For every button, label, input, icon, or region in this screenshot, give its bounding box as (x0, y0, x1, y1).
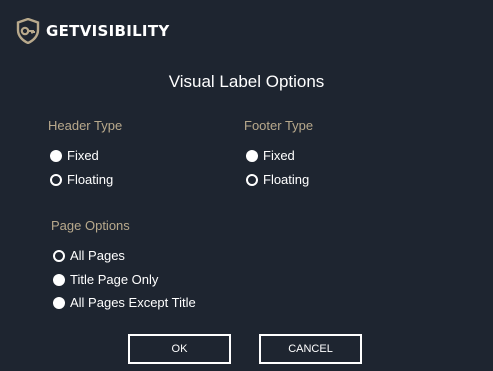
header-type-floating-radio[interactable]: Floating (50, 172, 113, 187)
cancel-button[interactable]: CANCEL (259, 334, 362, 364)
option-label: All Pages (70, 248, 125, 263)
header-type-label: Header Type (48, 118, 123, 133)
page-options-label: Page Options (51, 218, 130, 233)
page-options-all-pages-except-title-radio[interactable]: All Pages Except Title (53, 295, 196, 310)
dialog-title: Visual Label Options (168, 72, 325, 91)
shield-key-icon (16, 18, 40, 44)
footer-type-label: Footer Type (244, 118, 314, 133)
option-label: Fixed (67, 148, 99, 163)
brand-logo: GETVISIBILITY (16, 18, 170, 44)
page-options-title-page-only-radio[interactable]: Title Page Only (53, 272, 158, 287)
radio-selected-icon (50, 149, 62, 162)
radio-unselected-icon (50, 173, 62, 186)
footer-type-floating-radio[interactable]: Floating (246, 172, 309, 187)
option-label: Floating (67, 172, 114, 187)
page-options-all-pages-radio[interactable]: All Pages (53, 248, 125, 263)
option-label: Title Page Only (70, 272, 159, 287)
brand-name: GETVISIBILITY (46, 22, 170, 40)
option-label: Fixed (263, 148, 295, 163)
radio-selected-icon (246, 149, 258, 162)
footer-type-fixed-radio[interactable]: Fixed (246, 148, 295, 163)
radio-unselected-icon (246, 173, 258, 186)
ok-button[interactable]: OK (128, 334, 231, 364)
radio-selected-icon (53, 273, 65, 286)
visual-label-options-dialog: GETVISIBILITY Visual Label Options Heade… (0, 0, 493, 371)
radio-selected-icon (53, 296, 65, 309)
header-type-fixed-radio[interactable]: Fixed (50, 148, 99, 163)
option-label: Floating (263, 172, 310, 187)
radio-unselected-icon (53, 249, 65, 262)
option-label: All Pages Except Title (70, 295, 196, 310)
